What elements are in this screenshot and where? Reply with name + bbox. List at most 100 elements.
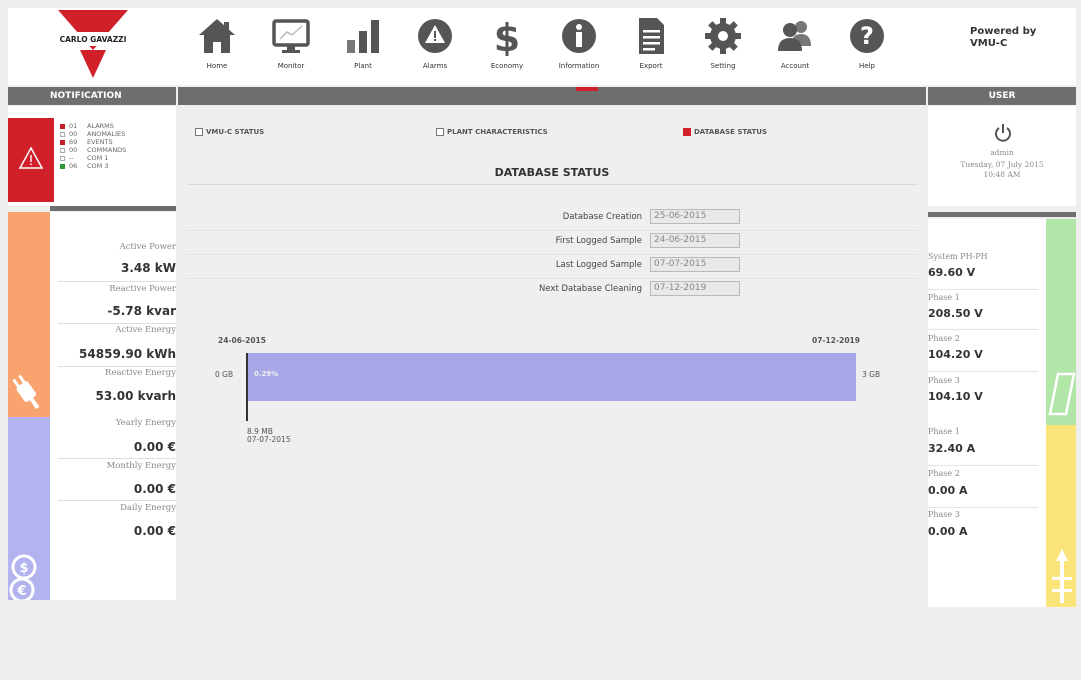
nav-export[interactable]: Export <box>619 16 683 78</box>
active-energy-stat: Active Energy <box>50 325 176 335</box>
notification-list: 01 ALARMS 00 ANOMALIES 69 EVENTS 00 COMMANDS… <box>60 122 126 170</box>
field-last-logged-sample: Last Logged Sample 07-07-2015 <box>268 254 834 278</box>
powered-by-product: VMU-C <box>970 38 1008 49</box>
separator <box>58 323 176 324</box>
nav-setting[interactable]: Setting <box>691 16 755 78</box>
phase3-current-label: Phase 3 <box>928 510 960 519</box>
right-stats-panel: System PH-PH 69.60 V Phase 1 208.50 V Ph… <box>928 219 1076 607</box>
notification-row-anomalies[interactable]: 00 ANOMALIES <box>60 130 126 138</box>
notification-row-com1[interactable]: -- COM 1 <box>60 154 126 162</box>
plant-icon <box>347 20 379 53</box>
nav-account[interactable]: Account <box>763 16 827 78</box>
monthly-energy-value-row: 0.00 € <box>50 482 176 496</box>
nav-export-label: Export <box>639 62 663 70</box>
notification-row-events[interactable]: 69 EVENTS <box>60 138 126 146</box>
notification-count: 00 <box>69 146 78 154</box>
phase2-current-stat: Phase 2 0.00 A <box>928 469 1038 497</box>
nav-help[interactable]: ? Help <box>835 16 899 78</box>
notification-row-commands[interactable]: 00 COMMANDS <box>60 146 126 154</box>
left-stats-panel: $ € Active Power 3.48 kW Reactive Power … <box>8 212 177 603</box>
powered-by-label: Powered by <box>970 26 1037 37</box>
usage-start-date: 24-06-2015 <box>218 336 266 345</box>
daily-energy-label: Daily Energy <box>120 503 176 513</box>
current-icon <box>1052 549 1072 603</box>
system-ph-ph-label: System PH-PH <box>928 252 988 261</box>
checkbox[interactable] <box>195 128 203 136</box>
phase1-current-label: Phase 1 <box>928 427 960 436</box>
phase2-current-value: 0.00 A <box>928 484 968 497</box>
nav-account-label: Account <box>780 62 810 70</box>
reactive-power-value-row: -5.78 kvar <box>50 304 176 318</box>
daily-energy-value-row: 0.00 € <box>50 524 176 538</box>
power-icon[interactable] <box>994 123 1012 143</box>
phase3-current-value: 0.00 A <box>928 525 968 538</box>
reactive-energy-label: Reactive Energy <box>105 368 176 378</box>
active-energy-value-row: 54859.90 kWh <box>50 347 176 361</box>
notification-label: ANOMALIES <box>87 130 126 138</box>
yearly-energy-stat: Yearly Energy <box>50 418 176 428</box>
nav-monitor-label: Monitor <box>277 62 305 70</box>
checkbox[interactable] <box>436 128 444 136</box>
usage-min-label: 0 GB <box>215 370 234 379</box>
svg-text:?: ? <box>860 22 874 50</box>
status-square <box>60 163 65 169</box>
nav-alarms-label: Alarms <box>422 62 448 70</box>
nav-home[interactable]: Home <box>185 16 249 78</box>
nav-information[interactable]: Information <box>547 16 611 78</box>
separator <box>928 289 1038 290</box>
power-color-strip <box>8 212 50 417</box>
phase1-voltage-label: Phase 1 <box>928 293 960 302</box>
notification-row-alarms[interactable]: 01 ALARMS <box>60 122 126 130</box>
nav-alarms[interactable]: Alarms <box>403 16 467 78</box>
reactive-power-stat: Reactive Power <box>50 284 176 294</box>
notification-count: 69 <box>69 138 78 146</box>
reactive-power-label: Reactive Power <box>109 284 176 294</box>
phase3-voltage-value: 104.10 V <box>928 390 983 403</box>
user-bar: USER <box>928 87 1076 105</box>
separator <box>928 329 1038 330</box>
carlo-gavazzi-logo[interactable]: CARLO GAVAZZI <box>58 10 128 82</box>
app-window: CARLO GAVAZZI Home Monitor Plant Alarms … <box>0 0 1081 680</box>
user-datetime: Tuesday, 07 July 2015 10:48 AM <box>928 160 1076 180</box>
separator <box>58 281 176 282</box>
nav-economy[interactable]: $ Economy <box>475 16 539 78</box>
phase1-current-stat: Phase 1 32.40 A <box>928 427 1038 455</box>
tab-label: PLANT CHARACTERISTICS <box>447 128 548 136</box>
separator <box>58 500 176 501</box>
nav-plant[interactable]: Plant <box>331 16 395 78</box>
monthly-energy-value: 0.00 € <box>133 482 176 496</box>
alert-block[interactable] <box>8 118 54 202</box>
field-label: First Logged Sample <box>555 236 642 246</box>
notification-count: -- <box>69 154 74 162</box>
usage-info: 8.9 MB 07-07-2015 <box>247 428 291 444</box>
last-logged-sample-field: 07-07-2015 <box>650 257 740 272</box>
daily-energy-stat: Daily Energy <box>50 503 176 513</box>
monthly-energy-stat: Monthly Energy <box>50 461 176 471</box>
user-panel: admin Tuesday, 07 July 2015 10:48 AM <box>928 106 1076 206</box>
tab-database-status[interactable]: DATABASE STATUS <box>683 128 767 136</box>
help-icon: ? <box>850 19 884 53</box>
notification-count: 01 <box>69 122 78 130</box>
separator <box>58 458 176 459</box>
notification-label: COM 3 <box>87 162 109 170</box>
phase1-current-value: 32.40 A <box>928 442 976 455</box>
monthly-energy-label: Monthly Energy <box>106 461 176 471</box>
daily-energy-value: 0.00 € <box>133 524 176 538</box>
tab-plant-characteristics[interactable]: PLANT CHARACTERISTICS <box>436 128 548 136</box>
main-content: VMU-C STATUS PLANT CHARACTERISTICS DATAB… <box>178 106 926 616</box>
notification-row-com3[interactable]: 06 COM 3 <box>60 162 126 170</box>
export-icon <box>639 18 664 54</box>
main-nav: Home Monitor Plant Alarms $ Economy Info… <box>183 8 923 85</box>
phase1-voltage-value: 208.50 V <box>928 307 983 320</box>
usage-bar: 0.29% <box>248 353 856 401</box>
active-power-value-row: 3.48 kW <box>50 261 176 275</box>
active-power-value: 3.48 kW <box>120 261 176 275</box>
reactive-energy-value-row: 53.00 kvarh <box>50 389 177 403</box>
usage-max-label: 3 GB <box>862 370 881 379</box>
energy-color-strip: $ € <box>8 417 50 603</box>
checkbox-checked[interactable] <box>683 128 691 136</box>
tab-vmu-c-status[interactable]: VMU-C STATUS <box>195 128 264 136</box>
active-power-stat: Active Power <box>50 242 176 252</box>
field-database-creation: Database Creation 25-06-2015 <box>268 206 834 230</box>
nav-monitor[interactable]: Monitor <box>259 16 323 78</box>
